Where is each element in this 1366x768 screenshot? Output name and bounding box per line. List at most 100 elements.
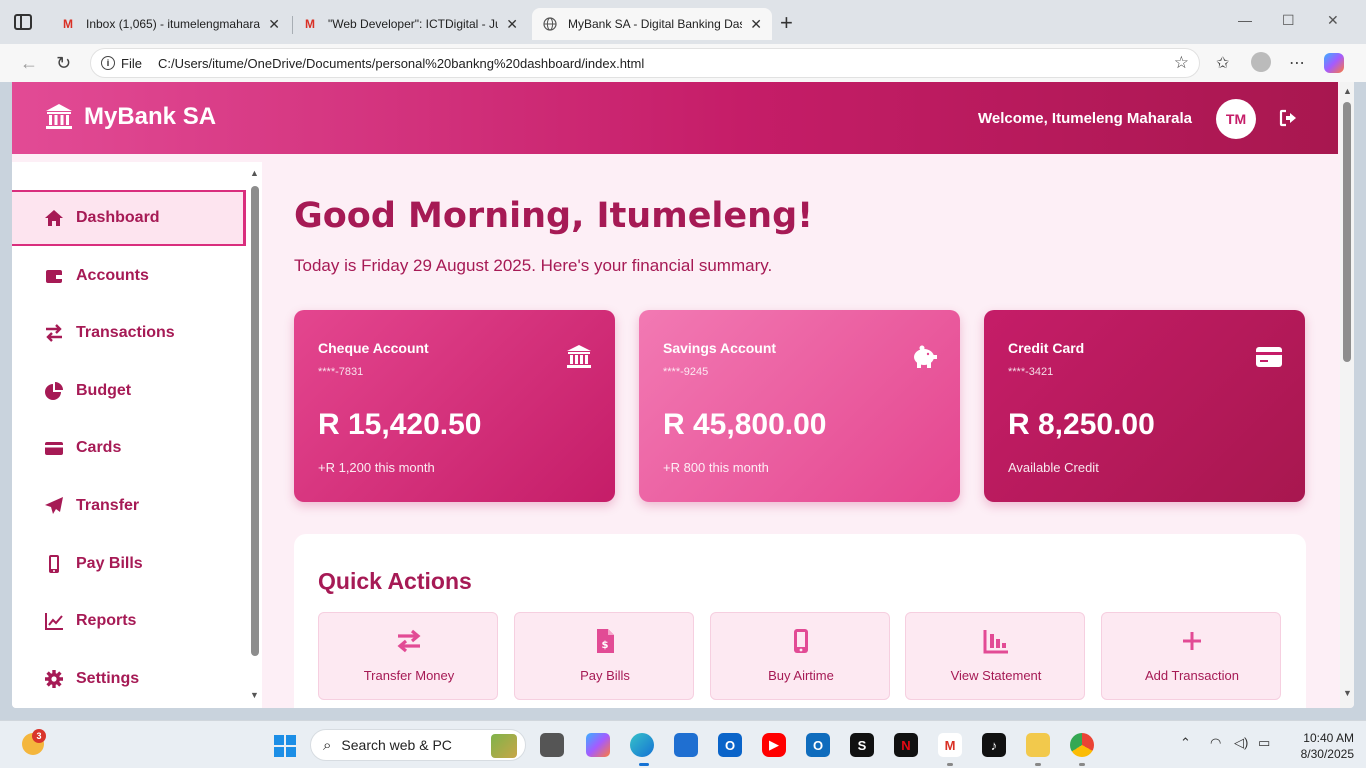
exchange-icon — [397, 629, 421, 653]
card-balance: R 45,800.00 — [663, 408, 827, 441]
main-content: Good Morning, Itumeleng! Today is Friday… — [294, 162, 1324, 708]
gmail-icon: M — [305, 17, 315, 31]
sidebar-toggle-icon[interactable] — [14, 14, 32, 30]
tab-title: "Web Developer": ICTDigital - Jun — [328, 17, 499, 31]
chrome-icon[interactable] — [1070, 733, 1094, 757]
window-close-icon[interactable]: ✕ — [1327, 12, 1339, 29]
sidebar-item-cards[interactable]: Cards — [12, 420, 246, 476]
scroll-up-arrow-icon[interactable]: ▲ — [1343, 86, 1352, 96]
tab-web-developer[interactable]: M "Web Developer": ICTDigital - Jun ✕ — [292, 8, 528, 40]
netflix-icon[interactable]: N — [894, 733, 918, 757]
sidebar-item-pay-bills[interactable]: Pay Bills — [12, 536, 246, 592]
page-scroll-thumb[interactable] — [1343, 102, 1351, 362]
sidebar-item-transfer[interactable]: Transfer — [12, 478, 246, 534]
maximize-icon[interactable]: ☐ — [1282, 12, 1295, 29]
card-number: ****-9245 — [663, 366, 709, 378]
sidebar-scrollbar[interactable]: ▲ ▼ — [250, 168, 259, 700]
quick-action-pay-bills[interactable]: $ Pay Bills — [514, 612, 694, 700]
search-placeholder: Search web & PC — [341, 737, 452, 753]
url-field[interactable]: i File C:/Users/itume/OneDrive/Documents… — [90, 48, 1200, 78]
quick-action-add-transaction[interactable]: Add Transaction — [1101, 612, 1281, 700]
favorite-star-icon[interactable]: ☆ — [1174, 53, 1189, 73]
home-icon — [44, 208, 64, 228]
brand-name: MyBank SA — [84, 103, 217, 130]
svg-text:$: $ — [602, 640, 609, 651]
card-number: ****-7831 — [318, 366, 364, 378]
refresh-icon[interactable]: ↻ — [56, 53, 71, 74]
sidebar-item-label: Accounts — [76, 267, 149, 284]
back-arrow-icon[interactable]: ← — [20, 53, 38, 74]
outlook-classic-icon[interactable]: O — [806, 733, 830, 757]
wallet-icon — [44, 266, 64, 286]
profile-avatar[interactable] — [1251, 52, 1271, 72]
wifi-icon[interactable]: ◠ — [1210, 735, 1221, 751]
sidebar-item-settings[interactable]: Settings — [12, 651, 246, 707]
scroll-down-arrow-icon[interactable]: ▼ — [1343, 688, 1352, 698]
new-tab-icon[interactable]: + — [780, 10, 793, 36]
sidebar-item-dashboard[interactable]: Dashboard — [12, 190, 246, 246]
search-icon: ⌕ — [323, 736, 332, 754]
account-card-savings[interactable]: Savings Account ****-9245 R 45,800.00 +R… — [639, 310, 960, 502]
tiktok-icon[interactable]: ♪ — [982, 733, 1006, 757]
copilot-icon[interactable] — [1324, 53, 1344, 73]
tab-inbox[interactable]: M Inbox (1,065) - itumelengmaharala ✕ — [50, 8, 290, 40]
show-hidden-icons-chevron-icon[interactable]: ⌃ — [1180, 735, 1191, 751]
page-scrollbar[interactable]: ▲ ▼ — [1340, 82, 1354, 708]
sidebar-item-label: Transfer — [76, 497, 140, 514]
quick-action-buy-airtime[interactable]: Buy Airtime — [710, 612, 890, 700]
scroll-down-arrow-icon[interactable]: ▼ — [250, 690, 259, 700]
sidebar-item-budget[interactable]: Budget — [12, 363, 246, 419]
card-name: Cheque Account — [318, 340, 429, 356]
card-note: Available Credit — [1008, 460, 1099, 475]
account-card-cheque[interactable]: Cheque Account ****-7831 R 15,420.50 +R … — [294, 310, 615, 502]
user-avatar[interactable]: TM — [1216, 99, 1256, 139]
close-icon[interactable]: ✕ — [268, 16, 280, 33]
taskbar-search[interactable]: ⌕ Search web & PC — [310, 729, 526, 761]
quick-action-view-statement[interactable]: View Statement — [905, 612, 1085, 700]
edge-browser-icon[interactable] — [630, 733, 654, 757]
s-app-icon[interactable]: S — [850, 733, 874, 757]
sidebar-item-transactions[interactable]: Transactions — [12, 305, 246, 361]
file-explorer-icon[interactable] — [1026, 733, 1050, 757]
system-clock[interactable]: 10:40 AM 8/30/2025 — [1284, 730, 1354, 762]
quick-action-transfer-money[interactable]: Transfer Money — [318, 612, 498, 700]
clock-time: 10:40 AM — [1303, 731, 1354, 745]
outlook-icon[interactable]: O — [718, 733, 742, 757]
tab-title: MyBank SA - Digital Banking Dash — [568, 17, 743, 31]
sidebar-item-label: Dashboard — [76, 209, 160, 226]
tab-mybank[interactable]: MyBank SA - Digital Banking Dash ✕ — [532, 8, 772, 40]
scroll-up-arrow-icon[interactable]: ▲ — [250, 168, 259, 178]
youtube-icon[interactable]: ▶ — [762, 733, 786, 757]
sidebar-scroll-thumb[interactable] — [251, 186, 259, 656]
more-options-icon[interactable]: ⋯ — [1289, 53, 1305, 73]
card-note: +R 1,200 this month — [318, 460, 435, 475]
close-icon[interactable]: ✕ — [750, 16, 762, 33]
windows-start-icon[interactable] — [274, 735, 296, 757]
search-highlight-icon — [491, 734, 517, 758]
close-icon[interactable]: ✕ — [506, 16, 518, 33]
bank-icon — [567, 345, 591, 368]
mobile-icon — [44, 554, 64, 574]
minimize-icon[interactable]: — — [1238, 12, 1252, 28]
bar-chart-icon — [983, 630, 1008, 654]
sidebar-item-accounts[interactable]: Accounts — [12, 248, 246, 304]
microsoft-store-icon[interactable] — [674, 733, 698, 757]
volume-icon[interactable]: ◁) — [1234, 735, 1248, 751]
logout-icon[interactable] — [1278, 108, 1298, 128]
running-app-indicator — [1079, 763, 1085, 766]
copilot-app-icon[interactable] — [586, 733, 610, 757]
welcome-text: Welcome, Itumeleng Maharala — [978, 110, 1192, 127]
sidebar-item-reports[interactable]: Reports — [12, 593, 246, 649]
brand-logo[interactable]: MyBank SA — [44, 102, 216, 132]
bank-icon — [46, 104, 72, 129]
battery-icon[interactable]: ▭ — [1258, 735, 1270, 751]
clock-date: 8/30/2025 — [1300, 747, 1354, 761]
account-card-credit[interactable]: Credit Card ****-3421 R 8,250.00 Availab… — [984, 310, 1305, 502]
info-icon[interactable]: i — [101, 56, 115, 70]
favorites-icon[interactable]: ✩ — [1216, 53, 1229, 73]
gmail-app-icon[interactable]: M — [938, 733, 962, 757]
quick-action-label: Buy Airtime — [768, 668, 834, 683]
quick-action-label: View Statement — [950, 668, 1042, 683]
task-view-icon[interactable] — [540, 733, 564, 757]
card-note: +R 800 this month — [663, 460, 769, 475]
